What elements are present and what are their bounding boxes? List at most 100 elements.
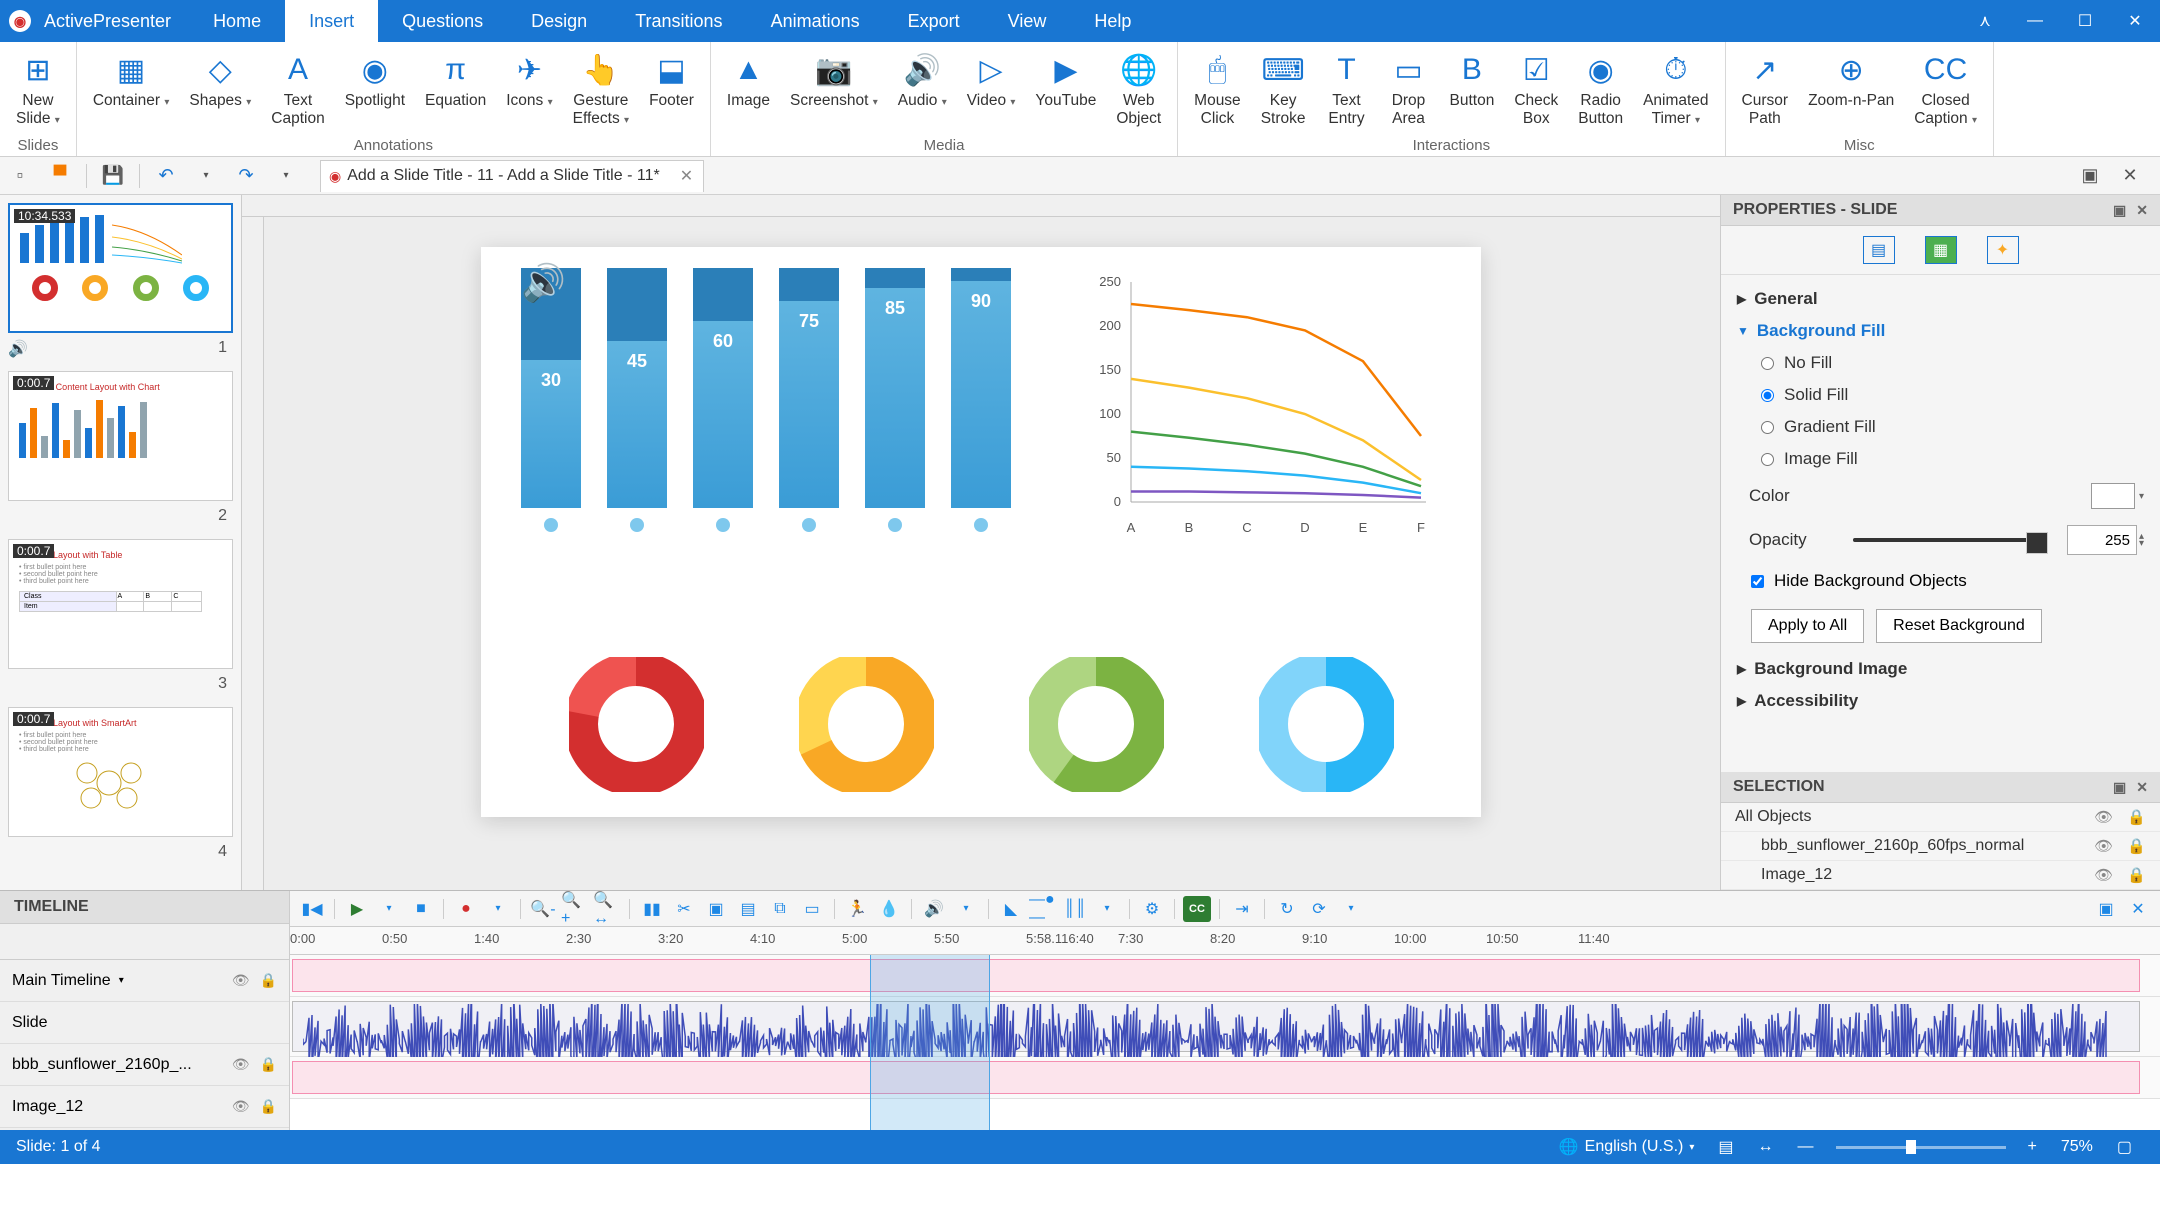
bar-chart[interactable]: 304560758590 (521, 262, 1071, 552)
ribbon-cursor-path-button[interactable]: ↗CursorPath (1732, 46, 1799, 135)
eye-icon[interactable]: 👁 (232, 1056, 250, 1073)
tl-stop-icon[interactable]: ■ (407, 896, 435, 922)
track-row-slide[interactable] (290, 955, 2160, 997)
tab-design[interactable]: Design (507, 0, 611, 42)
prop-tab-style-icon[interactable]: ▦ (1925, 236, 1957, 264)
tab-home[interactable]: Home (189, 0, 285, 42)
slide-canvas[interactable]: 🔊 304560758590 050100150200250ABCDEF (481, 247, 1481, 817)
track-slide[interactable]: Slide (0, 1002, 289, 1044)
lock-icon[interactable]: 🔒 (2127, 866, 2146, 884)
color-caret-icon[interactable]: ▾ (2139, 491, 2144, 502)
speaker-icon[interactable]: 🔊 (521, 262, 566, 304)
tl-gear-icon[interactable]: ⚙ (1138, 896, 1166, 922)
sel-dock-icon[interactable]: ▣ (2113, 779, 2126, 796)
radio-gradient-fill[interactable]: Gradient Fill (1737, 411, 2144, 443)
lock-icon[interactable]: 🔒 (260, 1098, 277, 1115)
tl-refresh-icon[interactable]: ↻ (1273, 896, 1301, 922)
ribbon-key-stroke-button[interactable]: ⌨KeyStroke (1251, 46, 1316, 135)
zoom-slider[interactable] (1836, 1146, 2006, 1149)
tl-fill-icon[interactable]: ▭ (798, 896, 826, 922)
tl-play-icon[interactable]: ▶ (343, 896, 371, 922)
prop-tab-effects-icon[interactable]: ✦ (1987, 236, 2019, 264)
lock-icon[interactable]: 🔒 (2127, 837, 2146, 855)
opacity-input[interactable] (2067, 525, 2137, 555)
ribbon-spotlight-button[interactable]: ◉Spotlight (335, 46, 415, 135)
tl-skip-start-icon[interactable]: ▮◀ (298, 896, 326, 922)
donut-3[interactable] (1029, 657, 1164, 792)
tl-zoom-out-icon[interactable]: 🔍- (529, 896, 557, 922)
timeline-ruler[interactable]: 0:000:501:402:303:204:105:005:505:58.116… (290, 927, 2160, 955)
ribbon-youtube-button[interactable]: ▶YouTube (1025, 46, 1106, 135)
tl-volume-caret-icon[interactable]: ▾ (952, 896, 980, 922)
track-row-audio[interactable] (290, 997, 2160, 1057)
tab-transitions[interactable]: Transitions (611, 0, 746, 42)
tab-questions[interactable]: Questions (378, 0, 507, 42)
opacity-slider[interactable] (1853, 538, 2045, 542)
eye-icon[interactable]: 👁 (2094, 837, 2113, 855)
sel-item-1[interactable]: Image_12👁🔒 (1721, 861, 2160, 890)
eye-icon[interactable]: 👁 (2094, 866, 2113, 884)
hide-bg-check[interactable]: Hide Background Objects (1737, 563, 2144, 599)
donut-4[interactable] (1259, 657, 1394, 792)
panel-dock-icon[interactable]: ▣ (2113, 202, 2126, 219)
donut-1[interactable] (569, 657, 704, 792)
redo-caret-icon[interactable]: ▾ (268, 161, 304, 191)
tl-group-icon[interactable]: ▣ (702, 896, 730, 922)
radio-solid-fill[interactable]: Solid Fill (1737, 379, 2144, 411)
tl-fade-icon[interactable]: ◣ (997, 896, 1025, 922)
close-panel-icon[interactable]: ✕ (2112, 161, 2148, 191)
ribbon-container-button[interactable]: ▦Container ▾ (83, 46, 180, 135)
timeline-main-select[interactable]: Main Timeline▾ 👁🔒 (0, 960, 289, 1002)
ribbon-animated-timer-button[interactable]: ⏱AnimatedTimer ▾ (1633, 46, 1718, 135)
tl-dock-icon[interactable]: ▣ (2092, 896, 2120, 922)
line-chart[interactable]: 050100150200250ABCDEF (1091, 262, 1431, 552)
reset-bg-button[interactable]: Reset Background (1876, 609, 2042, 643)
lock-icon[interactable]: 🔒 (260, 1056, 277, 1073)
status-language[interactable]: 🌐English (U.S.)▾ (1559, 1137, 1695, 1157)
section-general[interactable]: ▶General (1737, 283, 2144, 315)
tab-animations[interactable]: Animations (747, 0, 884, 42)
color-swatch[interactable] (2091, 483, 2135, 509)
ribbon-text-entry-button[interactable]: TTextEntry (1316, 46, 1378, 135)
thumb-3[interactable]: 0:00.7Content Layout with Table• first b… (8, 539, 233, 669)
ribbon-image-button[interactable]: ▲Image (717, 46, 780, 135)
radio-image-fill[interactable]: Image Fill (1737, 443, 2144, 475)
tl-split-icon[interactable]: ✂ (670, 896, 698, 922)
tl-marker-icon[interactable]: 🏃 (843, 896, 871, 922)
lock-icon[interactable]: 🔒 (260, 972, 277, 989)
tl-bars-caret-icon[interactable]: ▾ (1093, 896, 1121, 922)
tl-bars-icon[interactable]: ║║ (1061, 896, 1089, 922)
tl-play-caret-icon[interactable]: ▾ (375, 896, 403, 922)
tl-cc-icon[interactable]: CC (1183, 896, 1211, 922)
timeline-tracks[interactable]: ▮◀ ▶ ▾ ■ ● ▾ 🔍- 🔍+ 🔍↔ ▮▮ ✂ ▣ ▤ ⧉ ▭ 🏃 💧 🔊… (290, 891, 2160, 1130)
new-file-icon[interactable]: ▫ (2, 161, 38, 191)
ribbon-new-slide-button[interactable]: ⊞NewSlide ▾ (6, 46, 70, 135)
thumb-4[interactable]: 0:00.7Content Layout with SmartArt• firs… (8, 707, 233, 837)
tab-view[interactable]: View (984, 0, 1071, 42)
undo-caret-icon[interactable]: ▾ (188, 161, 224, 191)
ribbon-radio-button-button[interactable]: ◉RadioButton (1568, 46, 1633, 135)
ribbon-mouse-click-button[interactable]: 🖱MouseClick (1184, 46, 1251, 135)
ribbon-button-button[interactable]: BButton (1440, 46, 1505, 135)
ribbon-footer-button[interactable]: ⬓Footer (639, 46, 704, 135)
tl-align-icon[interactable]: ⇥ (1228, 896, 1256, 922)
apply-all-button[interactable]: Apply to All (1751, 609, 1864, 643)
ribbon-icons-button[interactable]: ✈Icons ▾ (496, 46, 562, 135)
eye-icon[interactable]: 👁 (232, 972, 250, 989)
ribbon-gesture-effects-button[interactable]: 👆GestureEffects ▾ (563, 46, 639, 135)
ribbon-closed-caption-button[interactable]: CCClosedCaption ▾ (1904, 46, 1987, 135)
open-file-icon[interactable]: ▀ (42, 161, 78, 191)
tab-help[interactable]: Help (1070, 0, 1155, 42)
ribbon-audio-button[interactable]: 🔊Audio ▾ (888, 46, 957, 135)
tl-slider-icon[interactable]: —●— (1029, 896, 1057, 922)
donut-row[interactable] (521, 657, 1441, 792)
tab-export[interactable]: Export (884, 0, 984, 42)
fit-window-icon[interactable]: ▢ (2117, 1137, 2132, 1157)
track-row-image[interactable] (290, 1057, 2160, 1099)
maximize-icon[interactable]: ☐ (2060, 0, 2110, 42)
tl-record-caret-icon[interactable]: ▾ (484, 896, 512, 922)
panel-close-icon[interactable]: ✕ (2136, 202, 2148, 219)
tl-reload-icon[interactable]: ⟳ (1305, 896, 1333, 922)
view-fit-icon[interactable]: ↔ (1758, 1138, 1774, 1156)
prop-tab-slide-icon[interactable]: ▤ (1863, 236, 1895, 264)
